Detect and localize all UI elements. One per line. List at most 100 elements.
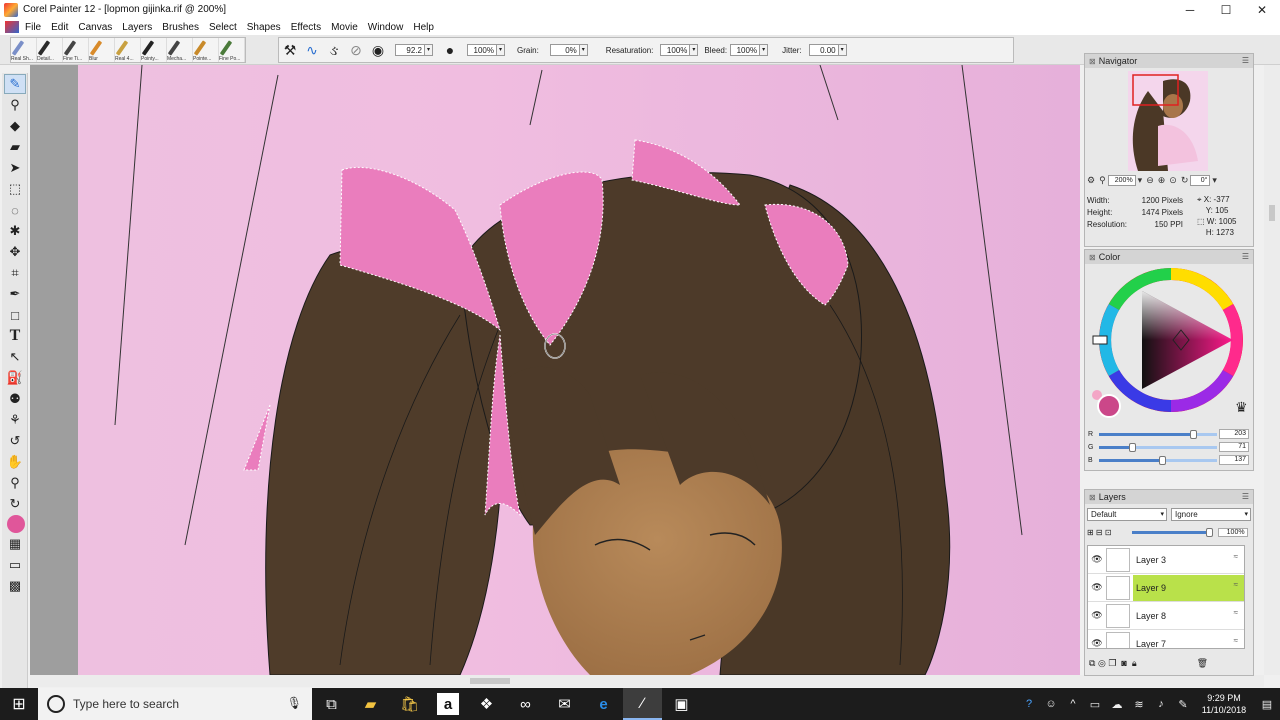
composite-method-select[interactable]: Default ▾ — [1087, 508, 1167, 521]
rotate-page-tool-icon[interactable]: ↻ — [4, 494, 26, 514]
visibility-eye-icon[interactable]: 👁︎ — [1088, 582, 1106, 593]
panel-menu-icon[interactable]: ☰ — [1242, 492, 1249, 501]
channel-slider[interactable] — [1099, 430, 1217, 439]
group-layers-icon[interactable]: ❐ — [1108, 658, 1116, 669]
channel-value[interactable]: 137 — [1219, 455, 1249, 465]
nav-rotation-field[interactable]: 0° — [1190, 174, 1211, 186]
menu-canvas[interactable]: Canvas — [78, 22, 118, 33]
grabber-tool-icon[interactable]: ✋ — [4, 452, 26, 472]
horizontal-scrollbar-thumb[interactable] — [470, 678, 510, 684]
nav-settings-icon[interactable]: ⚙ — [1087, 175, 1095, 186]
nav-zoom-dropdown-icon[interactable]: ▾ — [1138, 175, 1143, 186]
menu-window[interactable]: Window — [368, 22, 410, 33]
pen-workspace-icon[interactable]: ✎ — [1172, 698, 1194, 711]
mail-icon[interactable]: ✉ — [545, 688, 584, 720]
brush-tool-icon[interactable]: ✎ — [4, 74, 26, 94]
recent-brush-5[interactable]: Pointy... — [141, 38, 167, 62]
size-dropdown-icon[interactable]: ▾ — [425, 44, 433, 56]
transform-tool-icon[interactable]: ✥ — [4, 242, 26, 262]
microphone-icon[interactable]: 🎙︎ — [287, 696, 302, 710]
rectangle-tool-icon[interactable]: □ — [4, 305, 26, 325]
volume-icon[interactable]: ♪ — [1150, 698, 1172, 710]
dodge-tool-icon[interactable]: ⚘ — [4, 410, 26, 430]
nav-zoom-in-icon[interactable]: ⊕ — [1158, 175, 1166, 186]
layer-row[interactable]: 👁︎ Layer 7 ≈ — [1088, 630, 1244, 648]
color-header[interactable]: ⊠ Color ☰ — [1085, 250, 1253, 264]
rectangular-selection-tool-icon[interactable]: ⬚ — [4, 179, 26, 199]
channel-slider-knob[interactable] — [1128, 443, 1136, 452]
dropper-tool-icon[interactable]: ⚲ — [4, 95, 26, 115]
patterns-selector-icon[interactable]: ▩ — [4, 576, 26, 596]
layer-adjuster-tool-icon[interactable]: ➤ — [4, 158, 26, 178]
layers-header[interactable]: ⊠ Layers ☰ — [1085, 490, 1253, 504]
channel-value[interactable]: 71 — [1219, 442, 1249, 452]
menu-edit[interactable]: Edit — [51, 22, 74, 33]
menu-file[interactable]: File — [25, 22, 47, 33]
nozzle-icon[interactable]: ⊘ — [345, 39, 367, 61]
brush-selector-icon[interactable]: ⚒ — [279, 39, 301, 61]
menu-select[interactable]: Select — [209, 22, 243, 33]
opacity-field[interactable]: 100% — [467, 44, 497, 56]
nav-zoom-fit-icon[interactable]: ⊙ — [1169, 175, 1177, 186]
corel-painter-taskbar-icon[interactable]: ∕ — [623, 688, 662, 720]
layer-mask-icon[interactable]: ◙ — [1121, 658, 1126, 668]
jitter-dropdown-icon[interactable]: ▾ — [838, 44, 847, 56]
lock-layer-icon[interactable]: 🔒︎ — [1132, 658, 1137, 669]
dynamic-plugins-icon[interactable]: ◎ — [1098, 658, 1106, 669]
panel-menu-icon[interactable]: ☰ — [1242, 56, 1249, 65]
collapse-icon[interactable]: ⊠ — [1089, 57, 1096, 66]
notifications-icon[interactable]: ▤ — [1254, 698, 1280, 711]
canvas[interactable] — [30, 65, 1080, 675]
layer-row[interactable]: 👁︎ Layer 9 ≈ — [1088, 574, 1244, 602]
eraser-tool-icon[interactable]: ◆ — [4, 116, 26, 136]
panel-menu-icon[interactable]: ☰ — [1242, 252, 1249, 261]
collapse-icon[interactable]: ⊠ — [1089, 493, 1096, 502]
layer-commands-icon[interactable]: ⧉ — [1089, 658, 1095, 669]
jitter-field[interactable]: 0.00 — [808, 44, 839, 56]
stroke-type-icon[interactable]: ∿ — [301, 39, 323, 61]
layer-lock-icon[interactable]: ⊞ ⊟ ⊡ — [1087, 528, 1112, 537]
layer-opacity-field[interactable]: 100% — [1217, 527, 1248, 537]
clock[interactable]: 9:29 PM 11/10/2018 — [1194, 692, 1254, 716]
recent-brush-0[interactable]: Real Sh... — [11, 38, 37, 62]
edge-icon[interactable]: e — [584, 688, 623, 720]
minimize-button[interactable]: ─ — [1172, 0, 1208, 19]
windows-start-icon[interactable]: ⊞ — [0, 688, 38, 720]
task-view-icon[interactable]: ⧉ — [312, 688, 351, 720]
people-icon[interactable]: ☺ — [1040, 698, 1062, 710]
navigator-header[interactable]: ⊠ Navigator ☰ — [1085, 54, 1253, 68]
channel-slider-knob[interactable] — [1159, 456, 1167, 465]
menu-shapes[interactable]: Shapes — [247, 22, 287, 33]
pen-tool-icon[interactable]: ✒ — [4, 284, 26, 304]
recent-brush-1[interactable]: Detail... — [37, 38, 63, 62]
show-hidden-icons-icon[interactable]: ^ — [1062, 698, 1084, 710]
artwork[interactable] — [30, 65, 1080, 675]
menu-effects[interactable]: Effects — [291, 22, 327, 33]
magic-wand-tool-icon[interactable]: ✱ — [4, 221, 26, 241]
store-icon[interactable]: 🛍︎ — [390, 688, 429, 720]
shape-selection-tool-icon[interactable]: ↖ — [4, 347, 26, 367]
main-color-swatch[interactable] — [7, 515, 25, 533]
collapse-icon[interactable]: ⊠ — [1089, 253, 1096, 262]
size-icon[interactable]: ◉ — [367, 39, 389, 61]
bleed-field[interactable]: 100% — [730, 44, 761, 56]
dropbox-icon[interactable]: ❖ — [467, 688, 506, 720]
channel-slider[interactable] — [1099, 443, 1217, 452]
paper-selector-icon[interactable]: ▦ — [4, 534, 26, 554]
document-icon[interactable] — [5, 21, 19, 33]
vertical-scrollbar-thumb[interactable] — [1269, 205, 1275, 221]
screen-recorder-icon[interactable]: ▣ — [662, 688, 701, 720]
grain-field[interactable]: 0% — [549, 44, 580, 56]
recent-brush-7[interactable]: Pointe... — [193, 38, 219, 62]
opacity-dropdown-icon[interactable]: ▾ — [497, 44, 505, 56]
current-color-swatch[interactable] — [1097, 394, 1121, 418]
text-tool-icon[interactable]: T — [4, 326, 26, 346]
wifi-icon[interactable]: ≋ — [1128, 698, 1150, 711]
clone-color-icon[interactable]: ♛ — [1235, 400, 1248, 416]
horizontal-scrollbar[interactable] — [30, 675, 1264, 687]
infinity-app-icon[interactable]: ∞ — [506, 688, 545, 720]
menu-help[interactable]: Help — [413, 22, 440, 33]
crop-tool-icon[interactable]: ⌗ — [4, 263, 26, 283]
lasso-tool-icon[interactable]: ◌ — [4, 200, 26, 220]
hue-marker[interactable] — [1092, 335, 1108, 345]
